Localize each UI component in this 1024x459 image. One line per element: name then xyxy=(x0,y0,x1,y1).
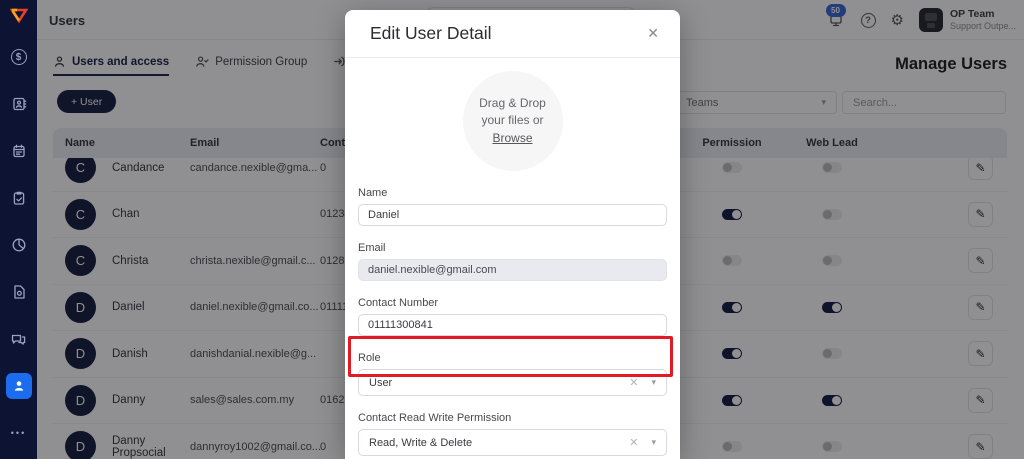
sidebar-item-reports[interactable] xyxy=(6,232,32,258)
sidebar-item-more[interactable]: ••• xyxy=(6,420,32,446)
chevron-down-icon: ▾ xyxy=(651,377,656,388)
sidebar-item-users[interactable] xyxy=(6,373,32,399)
chat-bubbles-icon xyxy=(10,331,27,347)
clear-icon[interactable]: ✕ xyxy=(629,436,638,449)
sidebar-item-calendar[interactable] xyxy=(6,138,32,164)
contact-rw-permission-value: Read, Write & Delete xyxy=(369,437,629,449)
sidebar-item-documents[interactable] xyxy=(6,279,32,305)
name-label: Name xyxy=(358,187,667,199)
close-icon[interactable]: ✕ xyxy=(647,25,659,42)
sidebar: $ xyxy=(0,0,37,459)
file-dropzone[interactable]: Drag & Drop your files or Browse xyxy=(463,71,563,171)
modal-header: Edit User Detail ✕ xyxy=(345,10,680,58)
app-logo-icon xyxy=(8,6,30,26)
app-root: $ xyxy=(0,0,1024,459)
dropzone-text: Drag & Drop xyxy=(479,95,546,112)
chevron-down-icon: ▾ xyxy=(651,437,656,448)
pie-chart-icon xyxy=(11,237,27,253)
email-label: Email xyxy=(358,242,667,254)
role-select[interactable]: User ✕ ▾ xyxy=(358,369,667,396)
sidebar-item-tasks[interactable] xyxy=(6,185,32,211)
sidebar-item-contacts[interactable] xyxy=(6,91,32,117)
clear-icon[interactable]: ✕ xyxy=(629,376,638,389)
browse-link[interactable]: Browse xyxy=(492,130,532,147)
more-dots-icon: ••• xyxy=(11,428,26,438)
contacts-book-icon xyxy=(11,96,27,112)
clipboard-check-icon xyxy=(11,190,27,206)
file-gear-icon xyxy=(11,284,27,300)
modal-title: Edit User Detail xyxy=(370,23,492,44)
contact-number-label: Contact Number xyxy=(358,297,667,309)
contact-rw-permission-label: Contact Read Write Permission xyxy=(358,412,667,424)
sidebar-nav: $ xyxy=(6,44,32,446)
edit-user-modal: Edit User Detail ✕ Drag & Drop your file… xyxy=(345,10,680,459)
sidebar-item-sales[interactable]: $ xyxy=(6,44,32,70)
dropzone-text: your files or xyxy=(481,112,543,129)
users-icon xyxy=(11,378,27,394)
sidebar-item-chat[interactable] xyxy=(6,326,32,352)
calendar-notes-icon xyxy=(11,143,27,159)
modal-body: Drag & Drop your files or Browse Name Em… xyxy=(345,71,680,459)
contact-number-field[interactable] xyxy=(358,314,667,336)
email-field xyxy=(358,259,667,281)
contact-rw-permission-select[interactable]: Read, Write & Delete ✕ ▾ xyxy=(358,429,667,456)
role-value: User xyxy=(369,377,629,389)
name-field[interactable] xyxy=(358,204,667,226)
dollar-circle-icon: $ xyxy=(11,49,27,65)
role-label: Role xyxy=(358,352,667,364)
